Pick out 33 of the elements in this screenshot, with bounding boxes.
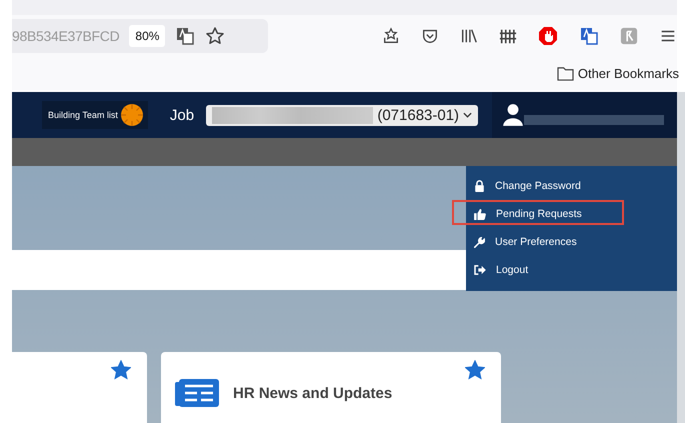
menu-item[interactable]: Pending Requests [466, 200, 677, 228]
lock-icon [474, 180, 485, 192]
newspaper-icon [175, 378, 219, 408]
fence-icon[interactable] [499, 26, 517, 44]
scrollbar[interactable] [677, 92, 685, 423]
address-bar[interactable]: 98B534E37BFCD 80% [12, 18, 268, 52]
folder-icon [556, 66, 574, 80]
user-icon[interactable] [502, 103, 524, 127]
chevron-icon [463, 112, 472, 118]
job-select[interactable]: (071683-01) [206, 104, 478, 126]
url-text: 98B534E37BFCD [12, 28, 120, 44]
card-title: HR News and Updates [233, 384, 392, 402]
thumbs-up-icon [474, 208, 486, 220]
zoom-button[interactable]: 80% [129, 24, 166, 46]
star-tray-icon[interactable] [382, 26, 400, 44]
menu-item[interactable]: Logout [466, 256, 677, 284]
sun-icon [120, 103, 144, 127]
star-icon[interactable] [111, 360, 131, 380]
logout-icon [474, 265, 486, 275]
star-icon[interactable] [465, 360, 485, 380]
translate-icon[interactable] [579, 26, 599, 46]
wrench-icon [474, 236, 485, 248]
stop-hand-icon[interactable] [538, 26, 558, 46]
badge-text: Building Team list [48, 110, 118, 120]
bookmark-folder[interactable]: Other Bookmarks [556, 66, 679, 80]
job-label: Job [170, 106, 194, 124]
team-list-badge[interactable]: Building Team list [42, 101, 148, 129]
card[interactable]: HR News and Updates [161, 352, 501, 423]
menu-item[interactable]: Change Password [466, 172, 677, 200]
menu-item[interactable]: User Preferences [466, 228, 677, 256]
library-icon[interactable] [460, 26, 478, 44]
star-icon[interactable] [205, 26, 226, 46]
translate-icon[interactable] [175, 26, 196, 46]
